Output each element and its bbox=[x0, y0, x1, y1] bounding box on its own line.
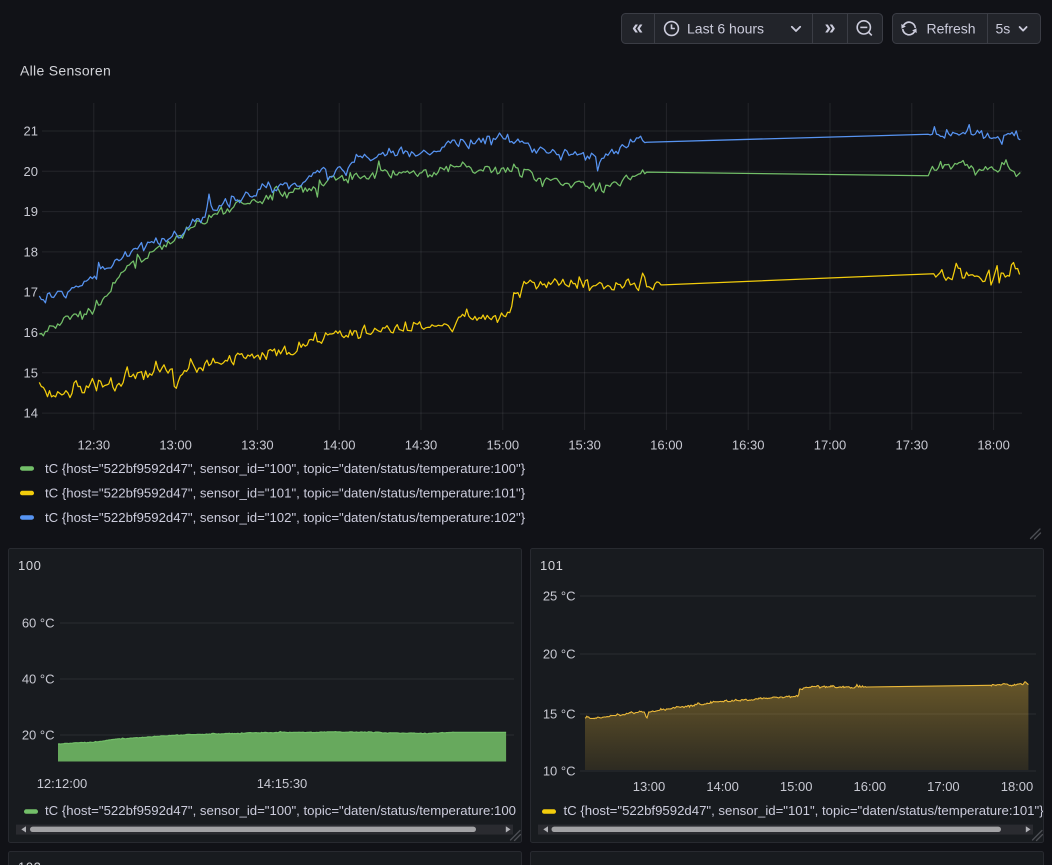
svg-text:15 °C: 15 °C bbox=[543, 707, 576, 722]
svg-text:19: 19 bbox=[24, 204, 38, 219]
svg-text:Refresh: Refresh bbox=[927, 21, 976, 37]
svg-text:17: 17 bbox=[24, 285, 38, 300]
svg-text:13:00: 13:00 bbox=[633, 779, 666, 794]
svg-text:16:30: 16:30 bbox=[732, 438, 765, 453]
svg-text:17:00: 17:00 bbox=[814, 438, 847, 453]
svg-text:25 °C: 25 °C bbox=[543, 589, 576, 604]
svg-text:tC {host="522bf9592d47", senso: tC {host="522bf9592d47", sensor_id="100"… bbox=[45, 803, 526, 818]
svg-text:18:00: 18:00 bbox=[1001, 779, 1034, 794]
svg-text:tC {host="522bf9592d47", senso: tC {host="522bf9592d47", sensor_id="100"… bbox=[45, 461, 526, 476]
svg-text:15:00: 15:00 bbox=[780, 779, 813, 794]
svg-text:tC {host="522bf9592d47", senso: tC {host="522bf9592d47", sensor_id="101"… bbox=[564, 803, 1045, 818]
svg-text:14:00: 14:00 bbox=[706, 779, 739, 794]
svg-text:20 °C: 20 °C bbox=[22, 728, 55, 743]
svg-text:16: 16 bbox=[24, 325, 38, 340]
svg-text:60 °C: 60 °C bbox=[22, 616, 55, 631]
svg-text:13:30: 13:30 bbox=[241, 438, 274, 453]
svg-text:15:00: 15:00 bbox=[487, 438, 520, 453]
svg-text:14:30: 14:30 bbox=[405, 438, 438, 453]
svg-text:Last 6 hours: Last 6 hours bbox=[687, 21, 764, 37]
svg-text:101: 101 bbox=[540, 558, 564, 573]
svg-text:12:12:00: 12:12:00 bbox=[37, 776, 88, 791]
svg-text:16:00: 16:00 bbox=[650, 438, 683, 453]
svg-text:17:00: 17:00 bbox=[927, 779, 960, 794]
svg-text:»: » bbox=[824, 17, 835, 39]
svg-text:tC {host="522bf9592d47", senso: tC {host="522bf9592d47", sensor_id="101"… bbox=[45, 486, 526, 501]
svg-text:12:30: 12:30 bbox=[78, 438, 111, 453]
svg-text:14:00: 14:00 bbox=[323, 438, 356, 453]
svg-text:14: 14 bbox=[24, 406, 38, 421]
svg-text:10 °C: 10 °C bbox=[543, 764, 576, 779]
svg-text:17:30: 17:30 bbox=[896, 438, 929, 453]
svg-text:100: 100 bbox=[18, 558, 42, 573]
svg-text:5s: 5s bbox=[996, 21, 1011, 37]
svg-text:16:00: 16:00 bbox=[854, 779, 887, 794]
svg-text:tC {host="522bf9592d47", senso: tC {host="522bf9592d47", sensor_id="102"… bbox=[45, 510, 526, 525]
svg-text:14:15:30: 14:15:30 bbox=[257, 776, 308, 791]
svg-text:15: 15 bbox=[24, 365, 38, 380]
svg-text:13:00: 13:00 bbox=[159, 438, 192, 453]
svg-text:18:00: 18:00 bbox=[977, 438, 1010, 453]
svg-text:20 °C: 20 °C bbox=[543, 647, 576, 662]
svg-text:20: 20 bbox=[24, 164, 38, 179]
svg-text:Alle Sensoren: Alle Sensoren bbox=[20, 63, 111, 79]
svg-text:40 °C: 40 °C bbox=[22, 672, 55, 687]
svg-text:21: 21 bbox=[24, 124, 38, 139]
svg-text:18: 18 bbox=[24, 244, 38, 259]
svg-text:102: 102 bbox=[18, 860, 42, 865]
svg-text:15:30: 15:30 bbox=[568, 438, 601, 453]
svg-text:«: « bbox=[632, 17, 643, 39]
